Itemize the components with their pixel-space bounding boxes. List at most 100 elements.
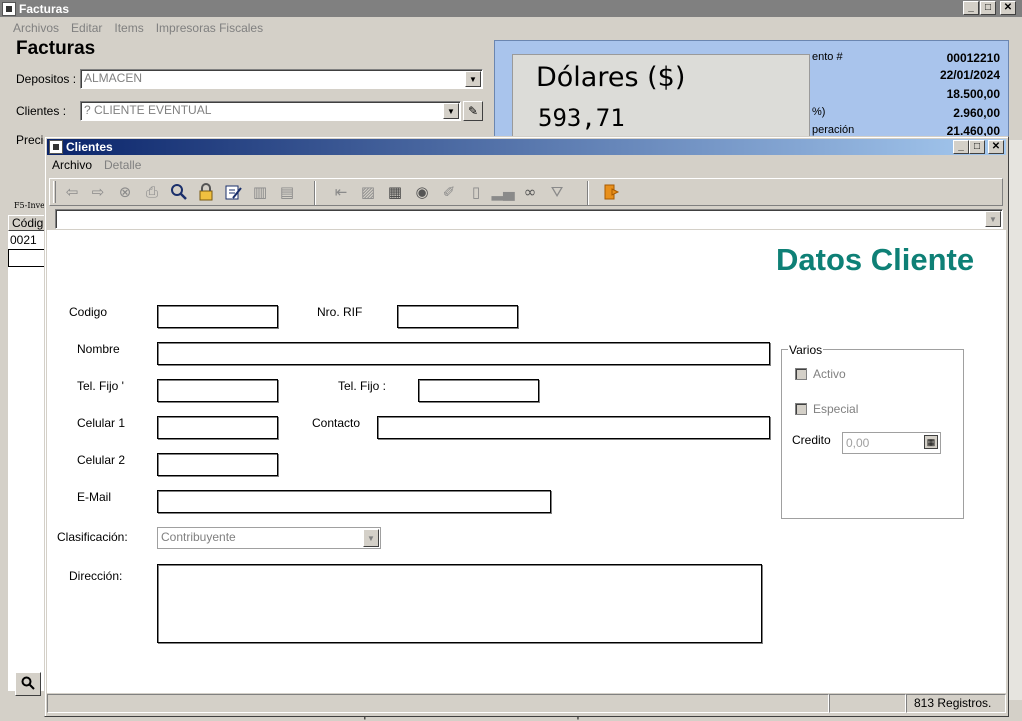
clientes-menu-bar: Archivo Detalle xyxy=(52,158,153,176)
search-icon xyxy=(21,676,35,693)
exit-door-icon[interactable] xyxy=(600,181,622,203)
clipboard-icon[interactable]: ▯ xyxy=(465,181,487,203)
tel-fijo-2-field[interactable] xyxy=(418,379,539,402)
email-label: E-Mail xyxy=(77,490,112,504)
info-label-iva: %) xyxy=(812,106,826,118)
nro-rif-field[interactable] xyxy=(397,305,518,328)
record-search-combo[interactable]: ▼ xyxy=(55,209,1003,229)
menu-editar[interactable]: Editar xyxy=(71,21,102,38)
back-arrow-icon[interactable]: ⇦ xyxy=(61,181,83,203)
tel-fijo-2-label: Tel. Fijo : xyxy=(338,379,387,393)
direccion-label: Dirección: xyxy=(69,569,123,583)
calculator-icon[interactable]: ▦ xyxy=(924,435,938,449)
filter-icon[interactable]: ⛛ xyxy=(546,181,568,203)
codigo-field[interactable] xyxy=(157,305,278,328)
chevron-down-icon[interactable]: ▼ xyxy=(465,71,481,87)
status-panel-1 xyxy=(47,694,829,713)
activo-checkbox[interactable]: Activo xyxy=(795,367,846,381)
pencil-icon[interactable]: ✐ xyxy=(438,181,460,203)
cancel-icon[interactable]: ⊗ xyxy=(114,181,136,203)
grid-edit-cell[interactable] xyxy=(8,249,45,267)
dialog-minimize-button[interactable]: _ xyxy=(953,140,969,154)
parent-search-button[interactable] xyxy=(15,672,41,696)
celular-2-label: Celular 2 xyxy=(77,453,126,467)
nombre-field[interactable] xyxy=(157,342,770,365)
tel-fijo-1-field[interactable] xyxy=(157,379,278,402)
lock-icon[interactable] xyxy=(195,181,217,203)
print-icon[interactable]: ⎙ xyxy=(141,181,163,203)
clientes-label: Clientes : xyxy=(16,104,67,118)
facturas-title-bar: Facturas _ □ ✕ xyxy=(0,0,1022,17)
parent-vertical-scrollbar[interactable] xyxy=(1007,140,1022,700)
save-icon[interactable]: ▤ xyxy=(276,181,298,203)
menu-archivo[interactable]: Archivo xyxy=(52,158,92,176)
chevron-down-icon[interactable]: ▼ xyxy=(443,103,459,119)
depositos-combo[interactable]: ALMACEN ▼ xyxy=(80,69,483,89)
menu-impresoras-fiscales[interactable]: Impresoras Fiscales xyxy=(156,21,263,38)
report-icon[interactable]: ▨ xyxy=(357,181,379,203)
direccion-textarea[interactable] xyxy=(157,564,762,643)
app-icon xyxy=(49,140,63,154)
records-count: 813 Registros. xyxy=(914,696,992,710)
form-heading: Datos Cliente xyxy=(776,242,975,277)
search-icon[interactable] xyxy=(168,181,190,203)
menu-archivos[interactable]: Archivos xyxy=(13,21,59,38)
forward-arrow-icon[interactable]: ⇨ xyxy=(87,181,109,203)
dollar-currency-label: Dólares ($) xyxy=(536,62,686,93)
facturas-heading: Facturas xyxy=(16,38,96,59)
clasificacion-label: Clasificación: xyxy=(57,530,128,544)
checkbox-box xyxy=(795,403,807,415)
facturas-window-title: Facturas xyxy=(19,1,70,16)
menu-detalle[interactable]: Detalle xyxy=(104,158,141,176)
credito-label: Credito xyxy=(792,433,831,447)
especial-checkbox[interactable]: Especial xyxy=(795,402,858,416)
dialog-maximize-button[interactable]: □ xyxy=(969,140,985,154)
calculator-icon[interactable]: ▦ xyxy=(384,181,406,203)
info-value-iva: 2.960,00 xyxy=(953,106,1000,120)
edit-document-icon[interactable] xyxy=(222,181,244,203)
client-search-button[interactable]: ✎ xyxy=(463,101,483,121)
chart-icon[interactable]: ▂▄ xyxy=(491,181,514,203)
maximize-button[interactable]: □ xyxy=(980,1,996,15)
status-panel-records: 813 Registros. xyxy=(906,694,1006,713)
contacto-label: Contacto xyxy=(312,416,361,430)
download-icon[interactable]: ◉ xyxy=(411,181,433,203)
tel-fijo-1-label: Tel. Fijo ' xyxy=(77,379,124,393)
clasificacion-select[interactable]: Contribuyente ▼ xyxy=(157,527,381,549)
parent-grid xyxy=(8,231,45,691)
toolbar-grip xyxy=(53,181,56,203)
info-value-fecha: 22/01/2024 xyxy=(939,68,1000,82)
credito-field[interactable]: 0,00 ▦ xyxy=(842,432,941,454)
celular-1-label: Celular 1 xyxy=(77,416,126,430)
dollar-amount: 593,71 xyxy=(538,104,625,132)
codigo-row-value: 0021 xyxy=(10,233,37,247)
codigo-column-header: Códig xyxy=(8,215,45,231)
clientes-combo[interactable]: ? CLIENTE EVENTUAL ▼ xyxy=(80,101,461,121)
info-label-total: peración xyxy=(812,124,855,136)
menu-items[interactable]: Items xyxy=(114,21,143,38)
nro-rif-label: Nro. RIF xyxy=(317,305,363,319)
dialog-close-button[interactable]: ✕ xyxy=(988,140,1004,154)
chevron-down-icon[interactable]: ▼ xyxy=(363,529,379,547)
toolbar-separator xyxy=(587,181,589,205)
delete-icon[interactable]: ▥ xyxy=(249,181,271,203)
link-icon[interactable]: ∞ xyxy=(519,181,541,203)
minimize-button[interactable]: _ xyxy=(963,1,979,15)
export-icon[interactable]: ⇤ xyxy=(330,181,352,203)
chevron-down-icon[interactable]: ▼ xyxy=(985,211,1001,227)
contacto-field[interactable] xyxy=(377,416,770,439)
clasificacion-value: Contribuyente xyxy=(161,530,236,544)
toolbar-separator xyxy=(314,181,316,205)
depositos-value: ALMACEN xyxy=(84,71,143,85)
facturas-menu-bar: Archivos Editar Items Impresoras Fiscale… xyxy=(0,18,1022,38)
clientes-value: ? CLIENTE EVENTUAL xyxy=(84,103,212,117)
clientes-title-bar: Clientes _ □ ✕ xyxy=(47,139,1006,155)
celular-2-field[interactable] xyxy=(157,453,278,476)
close-button[interactable]: ✕ xyxy=(1000,1,1016,15)
activo-label: Activo xyxy=(813,367,846,381)
email-field[interactable] xyxy=(157,490,551,513)
info-value-subtotal: 18.500,00 xyxy=(946,87,1000,101)
celular-1-field[interactable] xyxy=(157,416,278,439)
status-panel-2 xyxy=(829,694,906,713)
clientes-window-title: Clientes xyxy=(66,140,113,154)
